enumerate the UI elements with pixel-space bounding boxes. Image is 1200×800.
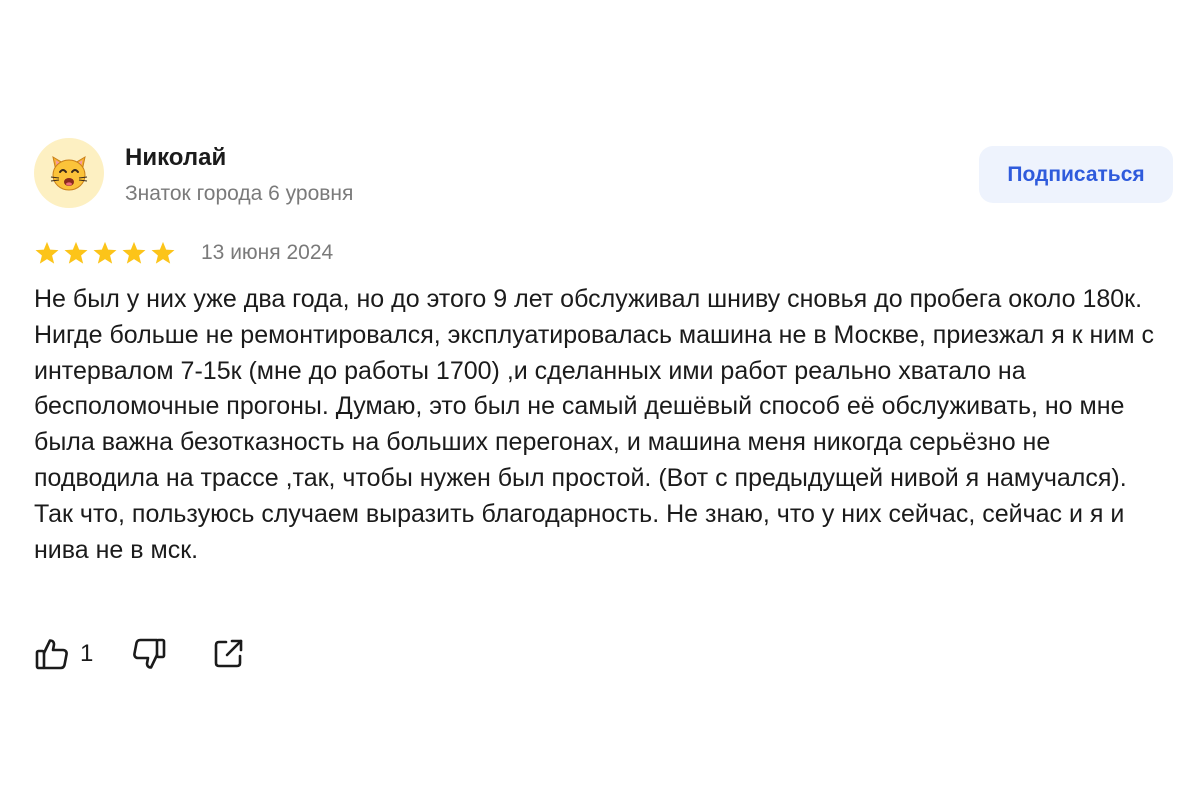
share-button[interactable] xyxy=(211,637,245,671)
star-icon xyxy=(63,241,89,266)
thumbs-down-icon xyxy=(133,638,166,669)
like-button[interactable]: 1 xyxy=(34,636,93,672)
author-level: Знаток города 6 уровня xyxy=(125,182,354,205)
cat-face-icon xyxy=(50,155,88,191)
dislike-button[interactable] xyxy=(131,636,167,672)
star-icon xyxy=(121,241,147,266)
review-actions: 1 xyxy=(34,635,245,673)
star-icon xyxy=(150,241,176,266)
like-count: 1 xyxy=(80,640,94,667)
review-text: Не был у них уже два года, но до этого 9… xyxy=(34,285,1161,564)
thumbs-up-icon xyxy=(35,639,68,670)
author-name[interactable]: Николай xyxy=(125,144,226,172)
avatar[interactable] xyxy=(34,138,104,208)
rating-stars xyxy=(34,241,176,266)
star-icon xyxy=(92,241,118,266)
review-header: Николай Знаток города 6 уровня Подписать… xyxy=(34,138,1174,210)
review-date: 13 июня 2024 xyxy=(201,241,334,264)
star-icon xyxy=(34,241,60,266)
review-card: Николай Знаток города 6 уровня Подписать… xyxy=(34,138,1174,670)
share-icon xyxy=(215,639,243,668)
subscribe-button[interactable]: Подписаться xyxy=(979,146,1173,203)
review-meta: 13 июня 2024 xyxy=(34,238,333,268)
